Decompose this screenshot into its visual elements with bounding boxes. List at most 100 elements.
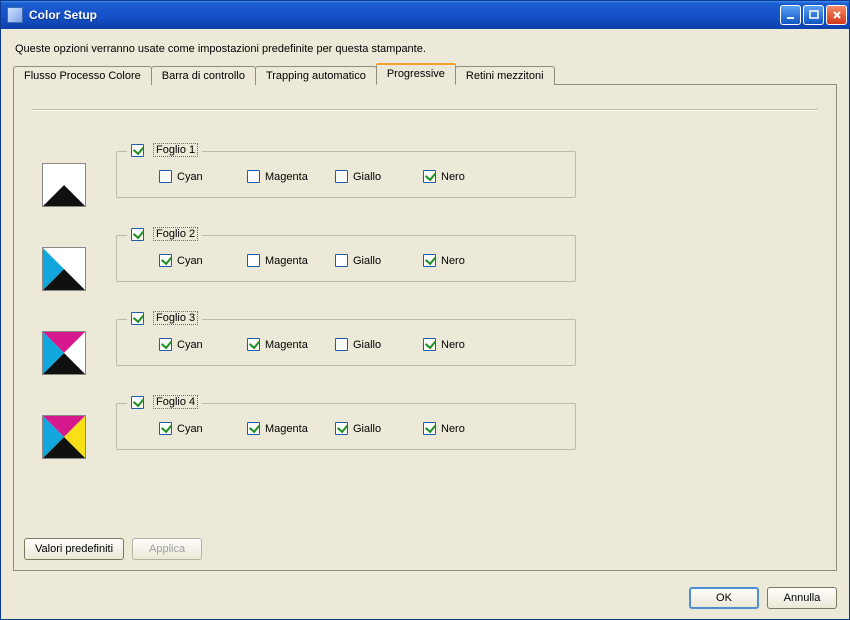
sheet-preview-icon [42, 331, 86, 375]
groupbox-legend: Foglio 2 [127, 227, 202, 241]
black-checkbox[interactable] [423, 254, 436, 267]
magenta-label: Magenta [265, 171, 308, 183]
magenta-check-item: Magenta [247, 170, 335, 183]
sheet-legend-label: Foglio 3 [153, 311, 198, 325]
yellow-label: Giallo [353, 171, 381, 183]
groupbox-legend: Foglio 3 [127, 311, 202, 325]
apply-button[interactable]: Applica [132, 538, 202, 560]
magenta-check-item: Magenta [247, 338, 335, 351]
button-label: Valori predefiniti [35, 543, 113, 555]
tab-label: Progressive [387, 68, 445, 80]
magenta-check-item: Magenta [247, 422, 335, 435]
magenta-checkbox[interactable] [247, 254, 260, 267]
cancel-button[interactable]: Annulla [767, 587, 837, 609]
black-label: Nero [441, 171, 465, 183]
sheet-preview-icon [42, 163, 86, 207]
cyan-checkbox[interactable] [159, 254, 172, 267]
cyan-checkbox[interactable] [159, 422, 172, 435]
cyan-label: Cyan [177, 171, 203, 183]
window-title: Color Setup [29, 8, 780, 22]
defaults-button[interactable]: Valori predefiniti [24, 538, 124, 560]
sheet-enable-checkbox[interactable] [131, 396, 144, 409]
dialog-footer: OK Annulla [1, 579, 849, 619]
sheet-preview-icon [42, 415, 86, 459]
black-checkbox[interactable] [423, 170, 436, 183]
ink-check-row: Cyan Magenta Giallo Nero [133, 338, 559, 351]
magenta-label: Magenta [265, 423, 308, 435]
tab-label: Flusso Processo Colore [24, 70, 141, 82]
tab-label: Trapping automatico [266, 70, 366, 82]
black-checkbox[interactable] [423, 422, 436, 435]
sheet-legend-label: Foglio 2 [153, 227, 198, 241]
yellow-check-item: Giallo [335, 338, 423, 351]
yellow-check-item: Giallo [335, 170, 423, 183]
tab-trapping-automatico[interactable]: Trapping automatico [255, 66, 377, 85]
cyan-label: Cyan [177, 339, 203, 351]
black-check-item: Nero [423, 422, 511, 435]
cyan-label: Cyan [177, 423, 203, 435]
tab-label: Barra di controllo [162, 70, 245, 82]
minimize-button[interactable] [780, 5, 801, 25]
yellow-checkbox[interactable] [335, 422, 348, 435]
yellow-label: Giallo [353, 423, 381, 435]
groupbox-legend: Foglio 4 [127, 395, 202, 409]
sheet-groupbox: Foglio 2CyanMagentaGialloNero [116, 235, 576, 282]
ok-button[interactable]: OK [689, 587, 759, 609]
tab-strip: Flusso Processo Colore Barra di controll… [13, 63, 837, 84]
ink-check-row: Cyan Magenta Giallo Nero [133, 422, 559, 435]
tab-flusso-processo-colore[interactable]: Flusso Processo Colore [13, 66, 152, 85]
yellow-check-item: Giallo [335, 254, 423, 267]
yellow-checkbox[interactable] [335, 254, 348, 267]
magenta-checkbox[interactable] [247, 170, 260, 183]
button-label: OK [716, 592, 732, 604]
window-buttons [780, 5, 847, 25]
window: Color Setup Queste opzioni verranno usat… [0, 0, 850, 620]
sheet-row: Foglio 3CyanMagentaGialloNero [32, 319, 818, 375]
close-button[interactable] [826, 5, 847, 25]
button-label: Applica [149, 543, 185, 555]
cyan-check-item: Cyan [159, 338, 247, 351]
tab-label: Retini mezzitoni [466, 70, 544, 82]
maximize-button[interactable] [803, 5, 824, 25]
client-area: Queste opzioni verranno usate come impos… [1, 29, 849, 579]
sheet-groupbox: Foglio 1CyanMagentaGialloNero [116, 151, 576, 198]
tab-barra-di-controllo[interactable]: Barra di controllo [151, 66, 256, 85]
magenta-label: Magenta [265, 339, 308, 351]
cyan-label: Cyan [177, 255, 203, 267]
description-text: Queste opzioni verranno usate come impos… [15, 43, 835, 55]
sheet-legend-label: Foglio 1 [153, 143, 198, 157]
sheet-enable-checkbox[interactable] [131, 312, 144, 325]
sheet-row: Foglio 2CyanMagentaGialloNero [32, 235, 818, 291]
sheet-enable-checkbox[interactable] [131, 144, 144, 157]
tab-progressive[interactable]: Progressive [376, 63, 456, 85]
black-check-item: Nero [423, 170, 511, 183]
magenta-label: Magenta [265, 255, 308, 267]
sheet-groupbox: Foglio 3CyanMagentaGialloNero [116, 319, 576, 366]
cyan-check-item: Cyan [159, 254, 247, 267]
sheet-enable-checkbox[interactable] [131, 228, 144, 241]
cyan-checkbox[interactable] [159, 170, 172, 183]
magenta-checkbox[interactable] [247, 422, 260, 435]
yellow-checkbox[interactable] [335, 170, 348, 183]
tab-pane-progressive: Foglio 1CyanMagentaGialloNero Foglio 2Cy… [13, 84, 837, 571]
yellow-check-item: Giallo [335, 422, 423, 435]
black-check-item: Nero [423, 254, 511, 267]
ink-check-row: Cyan Magenta GialloNero [133, 254, 559, 267]
pane-bottom-buttons: Valori predefiniti Applica [24, 538, 202, 560]
yellow-label: Giallo [353, 339, 381, 351]
button-label: Annulla [784, 592, 821, 604]
magenta-checkbox[interactable] [247, 338, 260, 351]
magenta-check-item: Magenta [247, 254, 335, 267]
black-checkbox[interactable] [423, 338, 436, 351]
sheet-legend-label: Foglio 4 [153, 395, 198, 409]
sheet-row: Foglio 4CyanMagentaGialloNero [32, 403, 818, 459]
ink-check-row: Cyan Magenta Giallo Nero [133, 170, 559, 183]
sheet-row: Foglio 1CyanMagentaGialloNero [32, 151, 818, 207]
black-check-item: Nero [423, 338, 511, 351]
cyan-checkbox[interactable] [159, 338, 172, 351]
sheet-groupbox: Foglio 4CyanMagentaGialloNero [116, 403, 576, 450]
tab-retini-mezzitoni[interactable]: Retini mezzitoni [455, 66, 555, 85]
yellow-checkbox[interactable] [335, 338, 348, 351]
black-label: Nero [441, 423, 465, 435]
pane-separator [32, 109, 818, 111]
